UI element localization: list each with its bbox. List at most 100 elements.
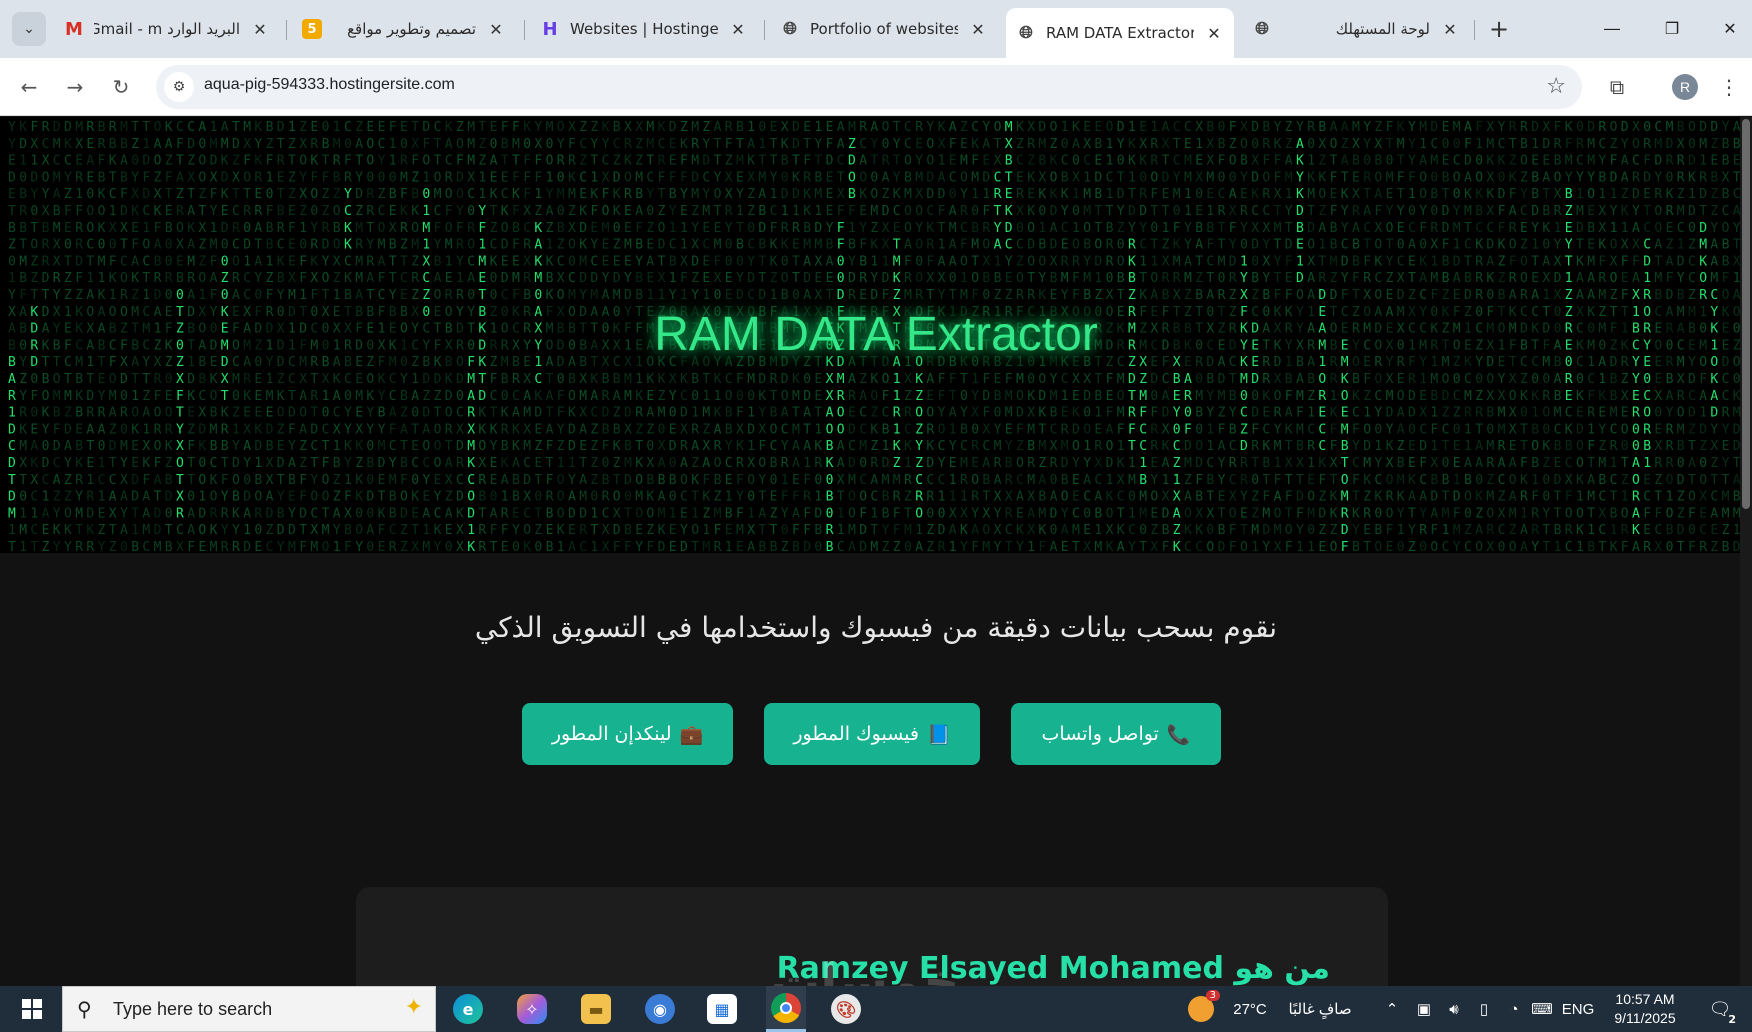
matrix-char: A [411, 389, 419, 404]
matrix-char: T [411, 120, 419, 135]
taskbar-search[interactable]: ⚲ Type here to search ✦ [62, 986, 436, 1032]
matrix-char: X [1027, 406, 1035, 421]
close-icon[interactable]: ✕ [1204, 23, 1224, 43]
tab-portfolio[interactable]: 🌐︎ Portfolio of websites ✕ [770, 8, 998, 50]
matrix-char: K [658, 523, 666, 538]
close-icon[interactable]: ✕ [250, 19, 270, 39]
close-icon[interactable]: ✕ [1440, 19, 1460, 39]
battery-icon[interactable]: ▯ [1472, 986, 1496, 1032]
matrix-char: Y [994, 422, 1002, 437]
bookmark-star-icon[interactable]: ☆ [1546, 74, 1566, 99]
matrix-char: T [355, 154, 363, 169]
close-icon[interactable]: ✕ [728, 19, 748, 39]
forward-button[interactable]: → [60, 72, 90, 102]
matrix-char: E [848, 406, 856, 421]
matrix-char: F [1621, 540, 1629, 553]
minimize-button[interactable]: ― [1590, 10, 1634, 46]
matrix-char: 1 [590, 506, 598, 521]
matrix-char: D [691, 170, 699, 185]
tab-hostinger[interactable]: H Websites | Hostinger ✕ [530, 8, 758, 50]
matrix-char: C [613, 137, 621, 152]
url-text[interactable]: aqua-pig-594333.hostingersite.com [204, 76, 455, 94]
tab-search-button[interactable]: ⌄ [12, 12, 46, 46]
volume-icon[interactable]: 🔊︎ [1442, 986, 1466, 1032]
matrix-char: B [1531, 170, 1539, 185]
linkedin-button[interactable]: 💼 لينكدإن المطور [522, 703, 733, 765]
scrollbar-thumb[interactable] [1742, 119, 1750, 509]
file-explorer-app[interactable]: ▬ [578, 986, 614, 1032]
matrix-char: B [848, 187, 856, 202]
close-icon[interactable]: ✕ [968, 19, 988, 39]
matrix-char: D [669, 120, 677, 135]
whatsapp-button[interactable]: 📞 تواصل واتساب [1011, 703, 1221, 765]
close-window-button[interactable]: ✕ [1708, 10, 1752, 46]
matrix-char: X [826, 372, 834, 387]
matrix-char: A [445, 506, 453, 521]
facebook-button[interactable]: 📘 فيسبوك المطور [764, 703, 980, 765]
close-icon[interactable]: ✕ [486, 19, 506, 39]
back-button[interactable]: ← [14, 72, 44, 102]
matrix-char: D [1229, 254, 1237, 269]
matrix-char: 1 [344, 473, 352, 488]
media-app[interactable]: ◉ [642, 986, 678, 1032]
address-bar[interactable]: ⚙ aqua-pig-594333.hostingersite.com ☆ [156, 65, 1582, 109]
matrix-char: T [1262, 473, 1270, 488]
matrix-char: E [1643, 523, 1651, 538]
site-info-icon[interactable]: ⚙ [164, 72, 194, 102]
matrix-char: Y [1352, 439, 1360, 454]
tab-khamsat[interactable]: 5 تصميم وتطوير مواقع ✕ [292, 8, 516, 50]
new-tab-button[interactable]: + [1484, 14, 1514, 44]
edge-app[interactable]: e [450, 986, 486, 1032]
keyboard-icon[interactable]: ⌨ [1530, 986, 1554, 1032]
matrix-char: M [221, 137, 229, 152]
profile-avatar[interactable]: R [1672, 74, 1698, 100]
matrix-char: R [1509, 120, 1517, 135]
tab-gmail[interactable]: M البريد الوارد Gmail - m ✕ [54, 8, 280, 50]
matrix-char: X [1386, 456, 1394, 471]
matrix-char: M [210, 238, 218, 253]
matrix-char: X [299, 137, 307, 152]
matrix-char: O [1307, 490, 1315, 505]
matrix-char: D [1677, 523, 1685, 538]
network-icon[interactable]: ▣ [1412, 986, 1436, 1032]
matrix-char: A [904, 238, 912, 253]
wifi-icon[interactable]: ◔ [1502, 986, 1526, 1032]
weather-temp[interactable]: 27°C [1226, 986, 1274, 1032]
notifications-button[interactable]: 🗨︎ 2 [1702, 986, 1738, 1032]
paint-app[interactable]: 🎨︎ [828, 986, 864, 1032]
matrix-char: F [1598, 254, 1606, 269]
matrix-char: O [42, 389, 50, 404]
matrix-char: C [1318, 439, 1326, 454]
matrix-char: K [232, 506, 240, 521]
matrix-char: B [770, 406, 778, 421]
matrix-char: A [1621, 170, 1629, 185]
matrix-char: 1 [1128, 506, 1136, 521]
weather-icon[interactable]: 3 [1186, 986, 1220, 1032]
scrollbar[interactable] [1740, 117, 1752, 986]
matrix-char: K [613, 439, 621, 454]
matrix-char: T [1464, 221, 1472, 236]
copilot-app[interactable]: ✧ [514, 986, 550, 1032]
chrome-app[interactable] [766, 986, 806, 1032]
matrix-char: M [949, 221, 957, 236]
extensions-icon[interactable]: ⧉ [1602, 72, 1632, 102]
matrix-char: Y [1016, 540, 1024, 553]
restore-button[interactable]: ❐ [1650, 10, 1694, 46]
matrix-char: D [848, 154, 856, 169]
start-button[interactable] [10, 986, 54, 1032]
store-app[interactable]: ▦ [704, 986, 740, 1032]
language-indicator[interactable]: ENG [1560, 986, 1596, 1032]
reload-button[interactable]: ↻ [106, 72, 136, 102]
more-menu-icon[interactable]: ⋮ [1714, 72, 1744, 102]
tab-ram-data-extractor[interactable]: 🌐︎ RAM DATA Extractor ✕ [1006, 8, 1234, 58]
clock[interactable]: 10:57 AM 9/11/2025 [1600, 990, 1690, 1028]
matrix-char: T [691, 490, 699, 505]
matrix-char: O [1699, 473, 1707, 488]
tab-divider [1474, 20, 1475, 40]
tab-dashboard[interactable]: 🌐︎ لوحة المستهلك ✕ [1242, 8, 1470, 50]
weather-text[interactable]: صافٍ غالبًا [1280, 986, 1360, 1032]
matrix-char: K [736, 439, 744, 454]
tray-chevron-icon[interactable]: ⌃ [1382, 986, 1402, 1032]
matrix-char: O [1509, 540, 1517, 553]
matrix-char: A [1632, 271, 1640, 286]
